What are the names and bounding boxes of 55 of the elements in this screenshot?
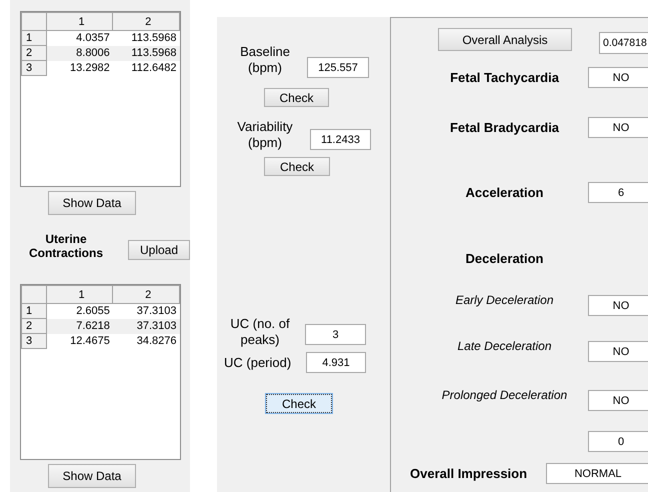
table-cell: 2.6055 — [46, 304, 113, 318]
baseline-field[interactable]: 125.557 — [307, 57, 369, 78]
result-field[interactable]: 0 — [588, 431, 648, 452]
table-cell: 113.5968 — [112, 46, 180, 60]
table-cell: 8.8006 — [46, 46, 113, 60]
uc-period-label: UC (period) — [224, 354, 290, 370]
uc-peaks-label: UC (no. of peaks) — [229, 316, 291, 348]
check-button[interactable]: Check — [264, 88, 329, 107]
table-cell: 113.5968 — [112, 30, 180, 46]
upload-button[interactable]: Upload — [128, 240, 190, 260]
variability-label: Variability (bpm) — [236, 119, 294, 151]
row-header: 3 — [22, 60, 46, 76]
row-header: 2 — [22, 46, 46, 60]
result-label: Acceleration — [464, 184, 545, 200]
overall-impression-field[interactable]: NORMAL — [546, 463, 648, 484]
row-header: 1 — [22, 304, 46, 318]
table-cell: 4.0357 — [46, 30, 113, 46]
section-heading: Deceleration — [464, 250, 545, 266]
column-header: 1 — [46, 12, 113, 30]
table-cell: 37.3103 — [112, 304, 180, 318]
overall-analysis-button[interactable]: Overall Analysis — [438, 28, 572, 51]
result-field[interactable]: NO — [588, 390, 648, 411]
result-label: Prolonged Deceleration — [440, 386, 568, 402]
result-label: Fetal Tachycardia — [449, 70, 560, 86]
show-data-button[interactable]: Show Data — [48, 464, 136, 488]
uc-peaks-field[interactable]: 3 — [305, 324, 366, 345]
table-cell: 7.6218 — [46, 318, 113, 334]
uc-period-field[interactable]: 4.931 — [306, 352, 366, 373]
table-cell: 12.4675 — [46, 334, 113, 348]
check-button[interactable]: Check — [266, 394, 332, 413]
result-field[interactable]: NO — [588, 117, 648, 138]
uterine-contractions-label: Uterine Contractions — [28, 232, 104, 260]
row-header: 2 — [22, 318, 46, 334]
result-label: Fetal Bradycardia — [448, 120, 560, 136]
analysis-value-field[interactable]: 0.047818 — [599, 32, 648, 54]
result-field[interactable]: 6 — [588, 182, 648, 203]
row-header: 1 — [22, 30, 46, 46]
result-field[interactable]: NO — [588, 67, 648, 88]
result-label: Late Deceleration — [456, 338, 553, 354]
column-header: 1 — [46, 286, 113, 304]
row-header: 3 — [22, 334, 46, 348]
check-button[interactable]: Check — [264, 157, 330, 176]
table-cell: 37.3103 — [112, 318, 180, 334]
result-field[interactable]: NO — [588, 295, 648, 316]
baseline-label: Baseline (bpm) — [239, 44, 291, 76]
show-data-button[interactable]: Show Data — [48, 191, 136, 215]
overall-impression-label: Overall Impression — [410, 466, 528, 482]
column-header: 2 — [112, 12, 180, 30]
column-header: 2 — [112, 286, 180, 304]
table-cell: 34.8276 — [112, 334, 180, 348]
table-cell: 13.2982 — [46, 60, 113, 76]
result-field[interactable]: NO — [588, 341, 648, 362]
result-label: Early Deceleration — [454, 292, 555, 308]
table-cell: 112.6482 — [112, 60, 180, 76]
variability-field[interactable]: 11.2433 — [310, 129, 371, 150]
